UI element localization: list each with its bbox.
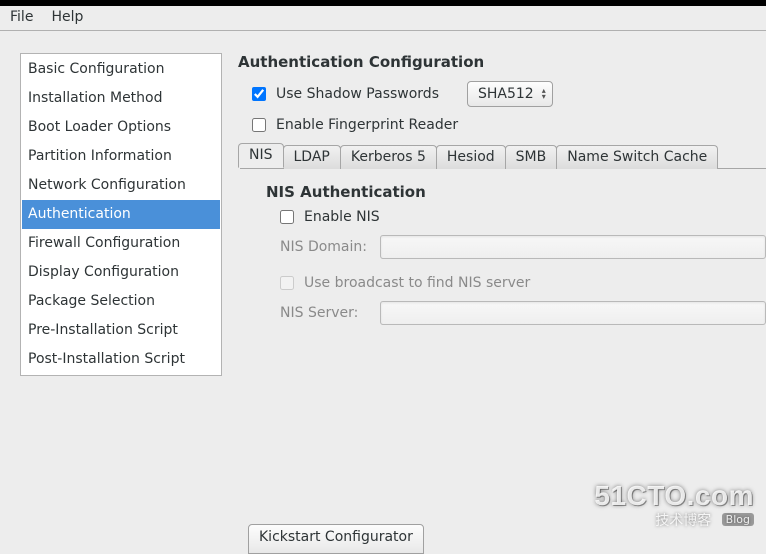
menu-help[interactable]: Help bbox=[51, 9, 83, 25]
nis-broadcast-checkbox[interactable] bbox=[280, 276, 294, 290]
combo-spinner-icon: ▴▾ bbox=[542, 88, 546, 100]
nis-server-input[interactable] bbox=[380, 301, 766, 325]
tab-nis[interactable]: NIS bbox=[238, 143, 284, 168]
menu-file[interactable]: File bbox=[10, 9, 33, 25]
sidebar-item-package-selection[interactable]: Package Selection bbox=[22, 287, 220, 316]
sidebar-item-boot-loader-options[interactable]: Boot Loader Options bbox=[22, 113, 220, 142]
sidebar-item-network-configuration[interactable]: Network Configuration bbox=[22, 171, 220, 200]
nis-server-label: NIS Server: bbox=[280, 305, 370, 321]
menu-bar: File Help bbox=[0, 6, 766, 31]
sidebar-item-post-installation-script[interactable]: Post-Installation Script bbox=[22, 345, 220, 374]
password-hash-value: SHA512 bbox=[478, 86, 534, 102]
category-list: Basic Configuration Installation Method … bbox=[20, 53, 222, 376]
nis-domain-input[interactable] bbox=[380, 235, 766, 259]
tab-ldap[interactable]: LDAP bbox=[283, 145, 341, 169]
sidebar-item-display-configuration[interactable]: Display Configuration bbox=[22, 258, 220, 287]
nis-broadcast-label: Use broadcast to find NIS server bbox=[304, 275, 530, 291]
sidebar-item-installation-method[interactable]: Installation Method bbox=[22, 84, 220, 113]
use-shadow-passwords-label: Use Shadow Passwords bbox=[276, 86, 439, 102]
tab-kerberos[interactable]: Kerberos 5 bbox=[340, 145, 437, 169]
sidebar-item-authentication[interactable]: Authentication bbox=[22, 200, 220, 229]
auth-tabstrip: NIS LDAP Kerberos 5 Hesiod SMB Name Swit… bbox=[238, 143, 766, 168]
watermark-badge: Blog bbox=[722, 513, 754, 526]
tab-name-switch-cache[interactable]: Name Switch Cache bbox=[556, 145, 718, 169]
enable-nis-checkbox[interactable] bbox=[280, 210, 294, 224]
tab-hesiod[interactable]: Hesiod bbox=[436, 145, 506, 169]
enable-nis-label: Enable NIS bbox=[304, 209, 380, 225]
sidebar-item-partition-information[interactable]: Partition Information bbox=[22, 142, 220, 171]
sidebar-item-pre-installation-script[interactable]: Pre-Installation Script bbox=[22, 316, 220, 345]
page-title: Authentication Configuration bbox=[238, 53, 766, 71]
watermark-line2: 技术博客 bbox=[655, 513, 711, 529]
enable-fingerprint-checkbox[interactable] bbox=[252, 118, 266, 132]
use-shadow-passwords-checkbox[interactable] bbox=[252, 87, 266, 101]
password-hash-combo[interactable]: SHA512 ▴▾ bbox=[467, 81, 553, 107]
nis-domain-label: NIS Domain: bbox=[280, 239, 370, 255]
kickstart-configurator-button[interactable]: Kickstart Configurator bbox=[248, 524, 424, 554]
tab-smb[interactable]: SMB bbox=[505, 145, 558, 169]
sidebar-item-basic-configuration[interactable]: Basic Configuration bbox=[22, 55, 220, 84]
enable-fingerprint-label: Enable Fingerprint Reader bbox=[276, 117, 458, 133]
sidebar-item-firewall-configuration[interactable]: Firewall Configuration bbox=[22, 229, 220, 258]
nis-group-title: NIS Authentication bbox=[266, 183, 766, 201]
